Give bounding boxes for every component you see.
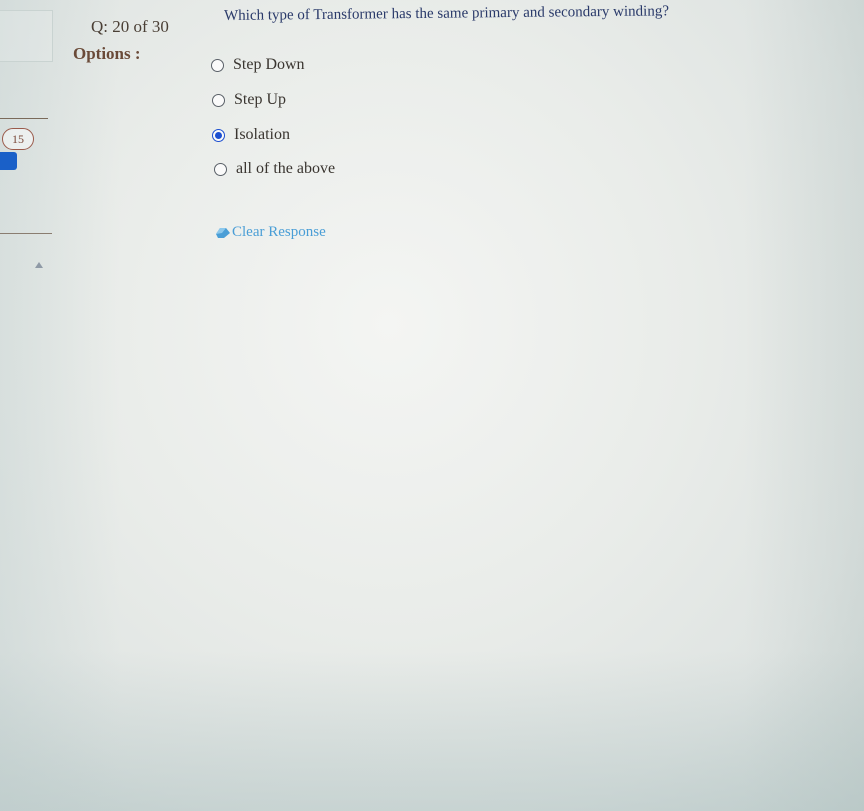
radio-button[interactable] xyxy=(214,162,227,176)
option-all-of-the-above[interactable]: all of the above xyxy=(214,160,335,178)
option-label: all of the above xyxy=(236,160,336,177)
option-step-down[interactable]: Step Down xyxy=(211,56,305,74)
sidebar-divider xyxy=(0,118,48,119)
screen-background xyxy=(0,0,864,811)
question-palette-sidebar: 15 xyxy=(0,0,56,811)
radio-button[interactable] xyxy=(212,93,225,107)
clear-response-button[interactable]: Clear Response xyxy=(215,224,326,241)
clear-response-label: Clear Response xyxy=(232,224,326,240)
option-label: Step Down xyxy=(233,56,305,73)
question-counter: Q: 20 of 30 xyxy=(91,17,169,36)
sidebar-panel xyxy=(0,10,53,62)
current-question-marker[interactable] xyxy=(0,152,17,170)
question-number-badge[interactable]: 15 xyxy=(2,128,34,150)
option-step-up[interactable]: Step Up xyxy=(212,91,286,109)
sidebar-divider xyxy=(0,233,52,234)
scroll-up-arrow-icon[interactable] xyxy=(35,262,43,268)
option-isolation[interactable]: Isolation xyxy=(212,126,290,144)
option-label: Step Up xyxy=(234,91,286,108)
option-label: Isolation xyxy=(234,126,290,143)
radio-button-selected[interactable] xyxy=(212,128,225,142)
question-text: Which type of Transformer has the same p… xyxy=(224,3,670,24)
options-label: Options : xyxy=(73,44,141,63)
radio-button[interactable] xyxy=(211,58,224,72)
eraser-icon xyxy=(215,227,230,238)
